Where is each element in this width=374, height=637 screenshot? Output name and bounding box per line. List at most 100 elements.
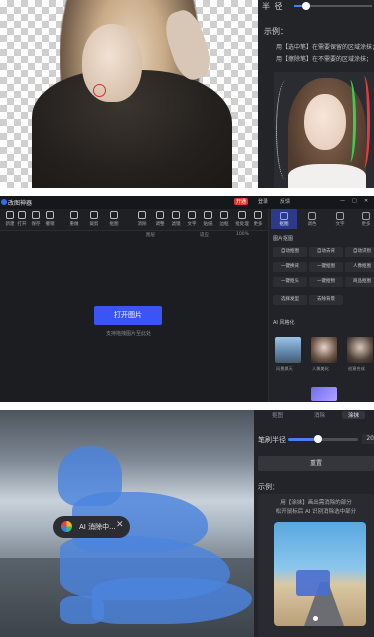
thumb-label: 风景换天: [276, 366, 293, 371]
tool-label: 边框: [219, 222, 229, 227]
drop-hint: 支持拖拽图片至此处: [106, 331, 152, 337]
tab-label: 调色: [307, 222, 317, 227]
more-tab-icon: [362, 212, 370, 220]
erase-stroke: [358, 76, 370, 168]
chip-10[interactable]: 选择发型: [273, 295, 307, 305]
radius-slider-thumb[interactable]: [302, 2, 310, 10]
text-icon: [188, 211, 196, 219]
chip-7[interactable]: 一键抠头: [273, 277, 307, 287]
tab-text[interactable]: 文字: [327, 212, 353, 227]
tab-color[interactable]: 调色: [299, 212, 325, 227]
tab-label: 文字: [335, 222, 345, 227]
example-shirt: [288, 164, 366, 188]
text-tab-icon: [336, 212, 344, 220]
tool-undo[interactable]: 撤销: [40, 211, 60, 227]
thumb-composite[interactable]: [347, 337, 373, 363]
portrait-face: [82, 24, 142, 102]
thumb-label: 人像美化: [312, 366, 329, 371]
examples-label: 示例：: [258, 483, 279, 491]
radius-label: 半 径: [262, 2, 284, 11]
tab-cutout[interactable]: 抠图: [271, 209, 297, 229]
ai-progress-text: AI 消除中...: [79, 523, 116, 531]
zoom-level[interactable]: 100%: [236, 232, 249, 237]
chip-4[interactable]: 一键换背: [273, 262, 307, 272]
brush-cursor: [93, 84, 106, 97]
minimize-icon[interactable]: —: [340, 198, 345, 204]
tool-label: 撤销: [45, 222, 55, 227]
fit-button[interactable]: 适应: [200, 232, 209, 238]
cutout-tab-icon: [280, 212, 288, 220]
brush-radius-label: 笔刷半径: [258, 436, 286, 444]
brush-slider-thumb[interactable]: [314, 435, 322, 443]
right-panel: 抠图 调色 文字 更多 图片抠图 自动抠图 自动去背 自动识别 一键换背 一键抠…: [268, 209, 374, 402]
maximize-icon[interactable]: □: [352, 198, 357, 204]
feedback-link[interactable]: 反馈: [280, 198, 290, 205]
example-image: [274, 72, 374, 188]
sticker-icon: [204, 211, 212, 219]
keep-stroke: [344, 80, 356, 162]
chip-8[interactable]: 一键抠物: [309, 277, 343, 287]
selection-outline: [276, 80, 296, 180]
chip-3[interactable]: 自动识别: [345, 247, 374, 257]
login-link[interactable]: 登录: [258, 198, 268, 205]
eraser-icon: [138, 211, 146, 219]
cutout-editor-panel: 半 径 示例： 用【选中笔】在需要保留的区域涂抹； 用【擦除笔】在不需要的区域涂…: [0, 0, 374, 188]
example-cursor-dot: [313, 616, 318, 621]
tab-smear[interactable]: 涂抹: [342, 411, 366, 419]
adjust-icon: [156, 211, 164, 219]
tool-frame[interactable]: 边框: [214, 211, 234, 227]
save-icon: [32, 211, 40, 219]
palette-icon: [308, 212, 316, 220]
tab-label: 抠图: [279, 222, 289, 227]
thumb-portrait[interactable]: [311, 337, 337, 363]
example-face: [304, 94, 346, 150]
tool-label: 更多: [253, 222, 263, 227]
folder-icon: [18, 211, 26, 219]
tool-erase[interactable]: 消除: [132, 211, 152, 227]
thumb-sky[interactable]: [275, 337, 301, 363]
close-icon[interactable]: ✕: [116, 520, 124, 530]
thumb-more[interactable]: [311, 387, 337, 401]
tool-cutout[interactable]: 抠图: [104, 211, 124, 227]
ai-progress-toast: AI 消除中... ✕: [53, 516, 130, 538]
chip-11[interactable]: 去除背景: [309, 295, 343, 305]
title-bar: 改图神器 开通 登录 反馈 — □ ✕: [0, 196, 374, 209]
section-cutout-title: 图片抠图: [273, 236, 294, 242]
examples-label: 示例：: [264, 27, 288, 36]
chip-5[interactable]: 一键抠图: [309, 262, 343, 272]
section-ai-title: AI 风格化: [273, 320, 295, 326]
chip-6[interactable]: 人像抠图: [345, 262, 374, 272]
frame-icon: [220, 211, 228, 219]
reset-button[interactable]: 重置: [258, 456, 374, 471]
example-tip-1: 用【涂抹】画出需消除的部分: [280, 500, 352, 506]
tool-crop[interactable]: 裁剪: [84, 211, 104, 227]
cutout-icon: [110, 211, 118, 219]
layer-toggle[interactable]: 图层: [146, 232, 155, 238]
tool-redo[interactable]: 重做: [64, 211, 84, 227]
tab-cutout[interactable]: 抠图: [272, 411, 283, 419]
tool-label: 抠图: [109, 222, 119, 227]
tab-label: 更多: [361, 222, 371, 227]
mask-feet: [60, 596, 104, 624]
tab-erase[interactable]: 消除: [314, 411, 325, 419]
tool-label: 重做: [69, 222, 79, 227]
chip-1[interactable]: 自动抠图: [273, 247, 307, 257]
sub-toolbar: 图层 适应 100%: [0, 231, 268, 240]
close-icon[interactable]: ✕: [364, 198, 368, 204]
main-toolbar: 新建 打开 保存 撤销 重做 裁剪 抠图 消除 调整 滤镜 文字 贴纸 边框 批…: [0, 209, 268, 231]
example-image: [274, 522, 366, 626]
mode-tabs: 抠图 消除 涂抹: [254, 410, 374, 421]
tab-more[interactable]: 更多: [353, 212, 374, 227]
vip-badge[interactable]: 开通: [234, 198, 249, 205]
chip-9[interactable]: 商品抠图: [345, 277, 374, 287]
app-title: 改图神器: [8, 200, 33, 207]
chip-2[interactable]: 自动去背: [309, 247, 343, 257]
redo-icon: [70, 211, 78, 219]
batch-icon: [238, 211, 246, 219]
tip-erase: 用【擦除笔】在不需要的区域涂抹；: [276, 56, 373, 63]
brush-radius-value[interactable]: 20: [362, 434, 374, 444]
tip-keep: 用【选中笔】在需要保留的区域涂抹；: [276, 44, 374, 51]
open-image-button[interactable]: 打开图片: [94, 306, 162, 325]
tool-more[interactable]: 更多: [248, 211, 268, 227]
crop-icon: [90, 211, 98, 219]
